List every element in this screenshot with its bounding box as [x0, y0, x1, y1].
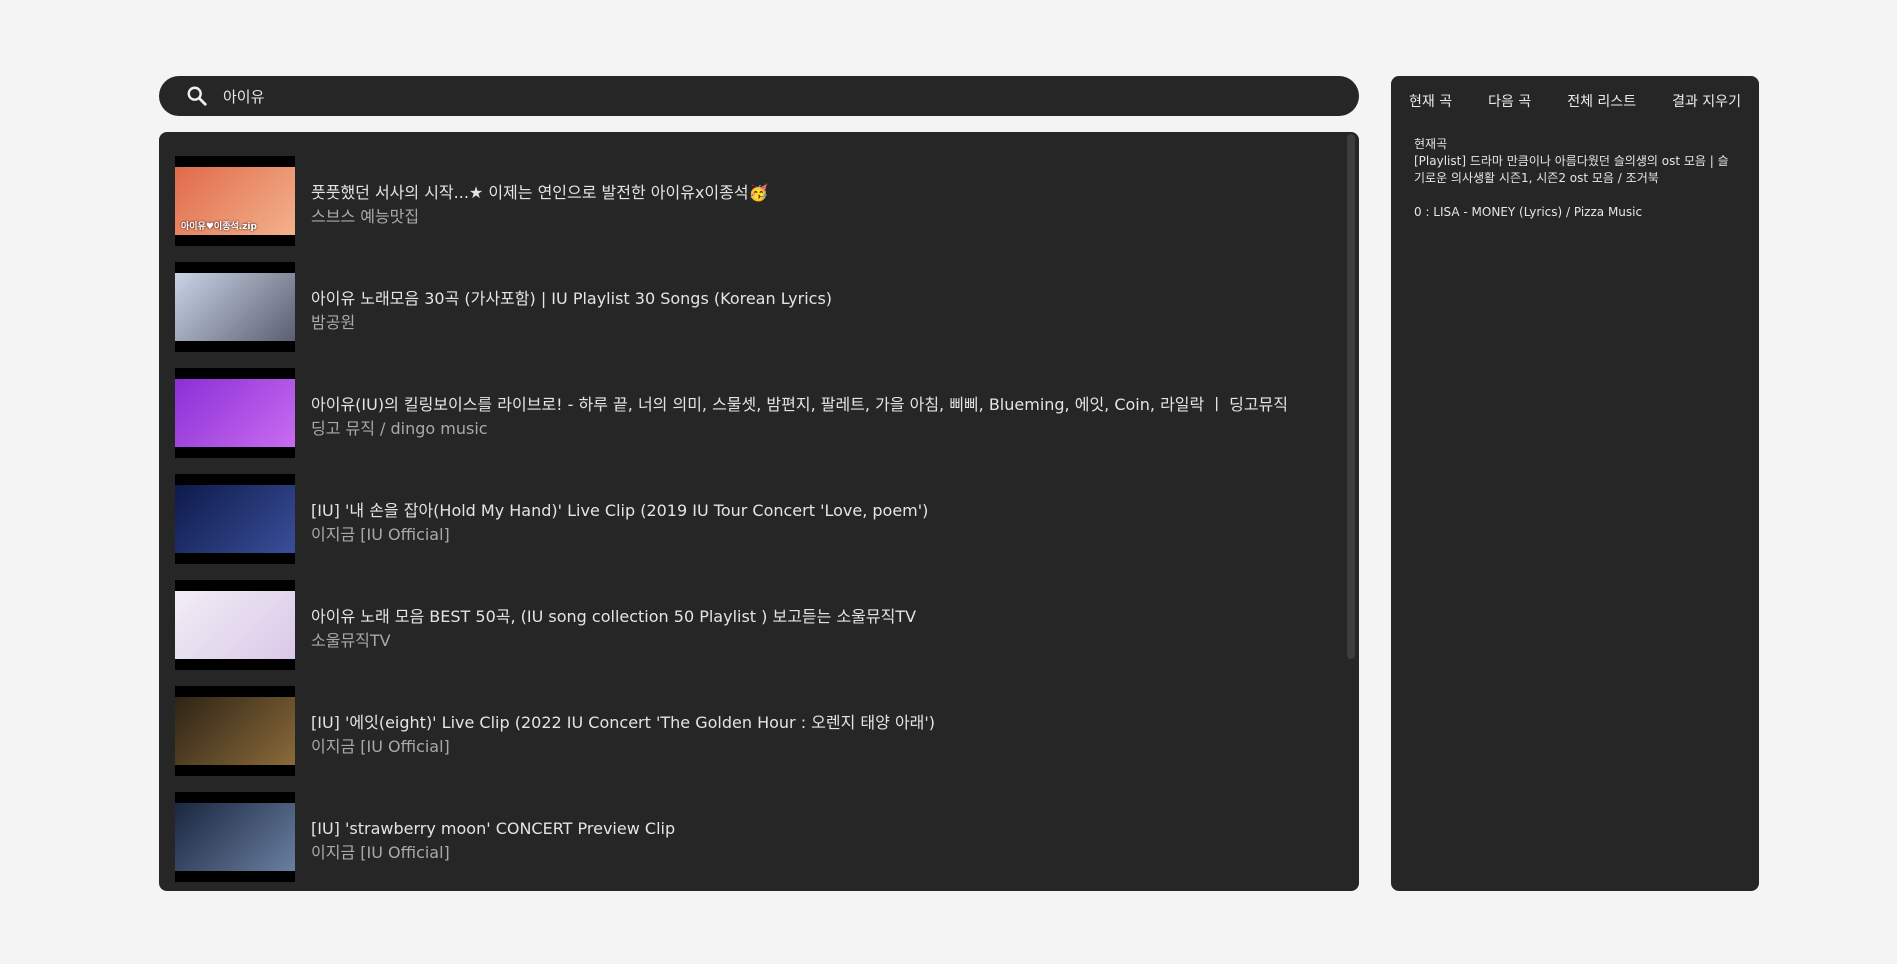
queue-item[interactable]: 0 : LISA - MONEY (Lyrics) / Pizza Music [1414, 204, 1737, 221]
video-title[interactable]: [IU] '내 손을 잡아(Hold My Hand)' Live Clip (… [311, 499, 928, 523]
channel-name: 밤공원 [311, 313, 356, 332]
video-thumbnail[interactable] [175, 580, 295, 670]
result-meta: [IU] '에잇(eight)' Live Clip (2022 IU Conc… [311, 711, 935, 759]
search-results-panel: 아이유♥이종석.zip 풋풋했던 서사의 시작...★ 이제는 연인으로 발전한 … [159, 132, 1359, 891]
thumbnail-image [175, 379, 295, 447]
thumbnail-image [175, 273, 295, 341]
video-title[interactable]: 아이유 노래모음 30곡 (가사포함) | IU Playlist 30 Son… [311, 287, 832, 311]
video-thumbnail[interactable] [175, 474, 295, 564]
video-thumbnail[interactable] [175, 262, 295, 352]
result-item[interactable]: [IU] 'strawberry moon' CONCERT Preview C… [175, 784, 1335, 890]
thumbnail-image [175, 803, 295, 871]
video-title[interactable]: 아이유 노래 모음 BEST 50곡, (IU song collection … [311, 605, 916, 629]
tab-next-song[interactable]: 다음 곡 [1488, 91, 1531, 120]
thumbnail-image [175, 591, 295, 659]
result-meta: [IU] '내 손을 잡아(Hold My Hand)' Live Clip (… [311, 499, 928, 547]
side-panel-tabs: 현재 곡 다음 곡 전체 리스트 결과 지우기 [1391, 76, 1759, 120]
channel-name: 이지금 [IU Official] [311, 525, 450, 544]
channel-name: 스브스 예능맛집 [311, 207, 420, 226]
channel-name: 이지금 [IU Official] [311, 843, 450, 862]
result-meta: 아이유 노래 모음 BEST 50곡, (IU song collection … [311, 605, 916, 653]
thumbnail-image [175, 697, 295, 765]
video-title[interactable]: 풋풋했던 서사의 시작...★ 이제는 연인으로 발전한 아이유x이종석🥳 [311, 181, 769, 205]
now-playing-label: 현재곡 [1414, 137, 1448, 151]
channel-name: 소울뮤직TV [311, 631, 391, 650]
video-title[interactable]: [IU] '에잇(eight)' Live Clip (2022 IU Conc… [311, 711, 935, 735]
playlist-side-panel: 현재 곡 다음 곡 전체 리스트 결과 지우기 현재곡 [Playlist] 드… [1391, 76, 1759, 891]
result-item[interactable]: [IU] '내 손을 잡아(Hold My Hand)' Live Clip (… [175, 466, 1335, 572]
search-icon[interactable] [185, 84, 209, 108]
video-thumbnail[interactable] [175, 792, 295, 882]
video-title[interactable]: 아이유(IU)의 킬링보이스를 라이브로! - 하루 끝, 너의 의미, 스물셋… [311, 393, 1288, 417]
result-item[interactable]: 아이유 노래모음 30곡 (가사포함) | IU Playlist 30 Son… [175, 254, 1335, 360]
thumbnail-caption: 아이유♥이종석.zip [181, 222, 257, 232]
tab-full-list[interactable]: 전체 리스트 [1567, 91, 1636, 120]
result-item[interactable]: 아이유(IU)의 킬링보이스를 라이브로! - 하루 끝, 너의 의미, 스물셋… [175, 360, 1335, 466]
video-thumbnail[interactable] [175, 368, 295, 458]
channel-name: 딩고 뮤직 / dingo music [311, 419, 488, 438]
result-item[interactable]: 아이유♥이종석.zip 풋풋했던 서사의 시작...★ 이제는 연인으로 발전한 … [175, 148, 1335, 254]
search-bar[interactable] [159, 76, 1359, 116]
side-panel-body: 현재곡 [Playlist] 드라마 만큼이나 아름다웠던 슬의생의 ost 모… [1391, 120, 1759, 221]
results-list: 아이유♥이종석.zip 풋풋했던 서사의 시작...★ 이제는 연인으로 발전한 … [175, 148, 1335, 890]
tab-clear-results[interactable]: 결과 지우기 [1672, 91, 1741, 120]
channel-name: 이지금 [IU Official] [311, 737, 450, 756]
tab-current-song[interactable]: 현재 곡 [1409, 91, 1452, 120]
result-item[interactable]: [IU] '에잇(eight)' Live Clip (2022 IU Conc… [175, 678, 1335, 784]
thumbnail-image [175, 485, 295, 553]
results-scrollbar[interactable] [1347, 134, 1355, 659]
result-meta: 풋풋했던 서사의 시작...★ 이제는 연인으로 발전한 아이유x이종석🥳 스브스… [311, 181, 769, 229]
video-title[interactable]: [IU] 'strawberry moon' CONCERT Preview C… [311, 817, 675, 841]
search-input[interactable] [221, 86, 1321, 106]
result-meta: 아이유 노래모음 30곡 (가사포함) | IU Playlist 30 Son… [311, 287, 832, 335]
now-playing-title: [Playlist] 드라마 만큼이나 아름다웠던 슬의생의 ost 모음 | … [1414, 154, 1729, 185]
result-meta: [IU] 'strawberry moon' CONCERT Preview C… [311, 817, 675, 865]
result-item[interactable]: 아이유 노래 모음 BEST 50곡, (IU song collection … [175, 572, 1335, 678]
result-meta: 아이유(IU)의 킬링보이스를 라이브로! - 하루 끝, 너의 의미, 스물셋… [311, 393, 1288, 441]
video-thumbnail[interactable] [175, 686, 295, 776]
video-thumbnail[interactable]: 아이유♥이종석.zip [175, 156, 295, 246]
